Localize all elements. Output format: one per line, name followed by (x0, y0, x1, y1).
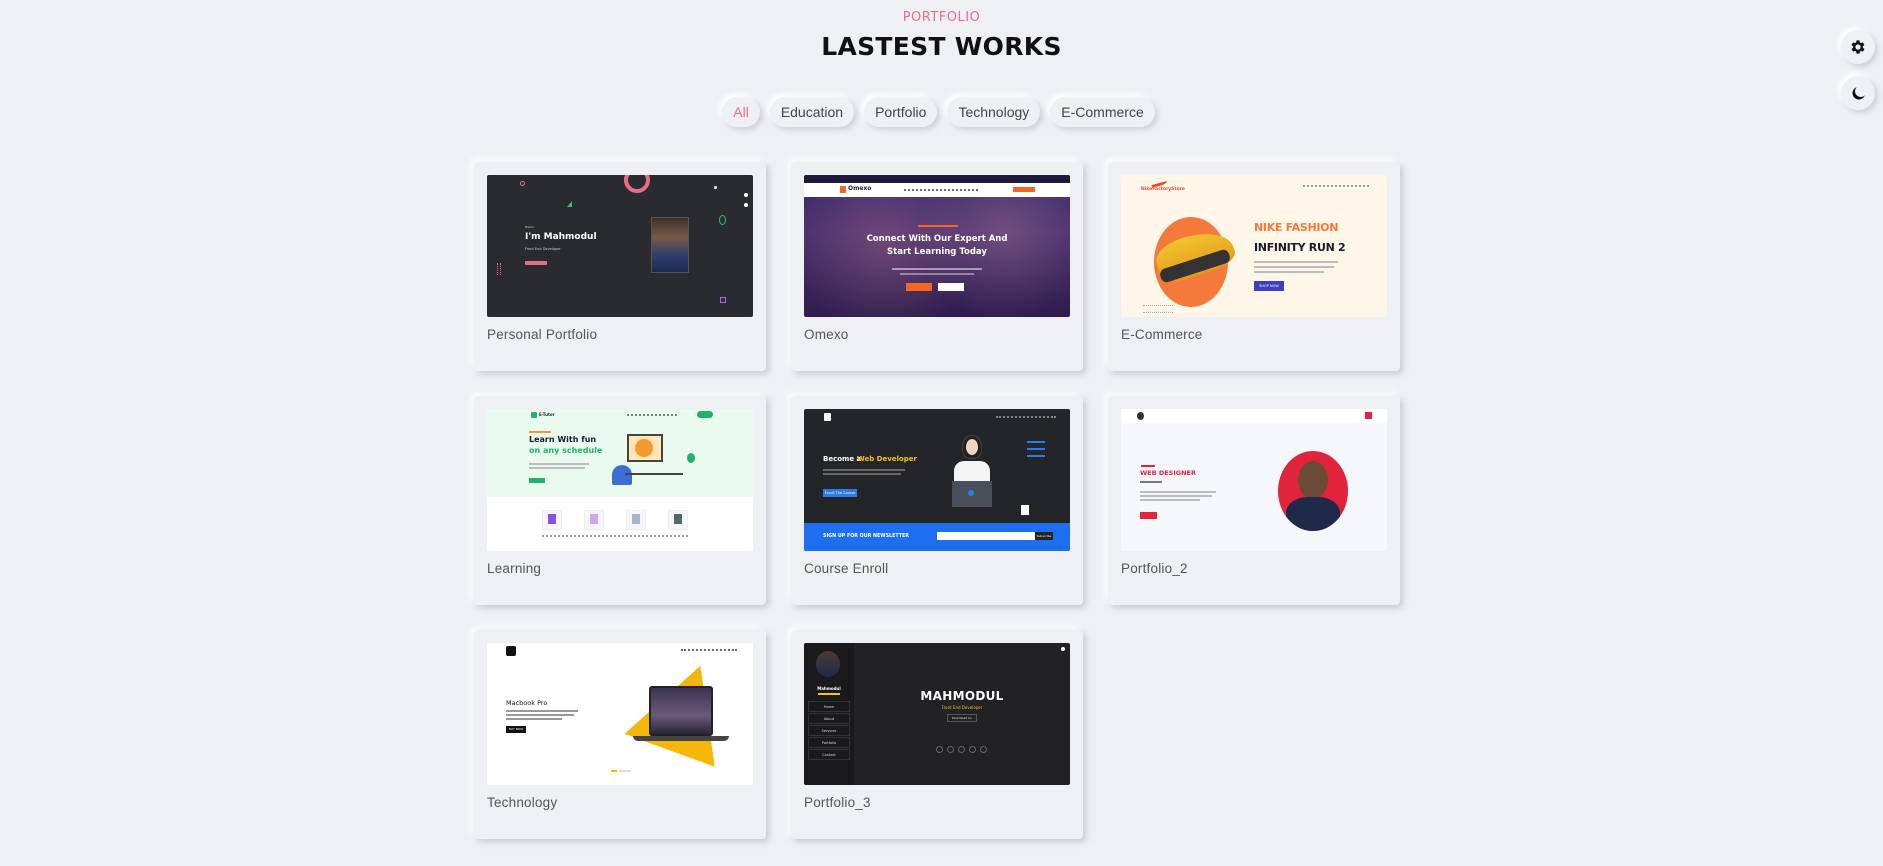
project-thumbnail: WEB DESIGNER (1121, 409, 1387, 551)
preview-brand: NikeFactoryStore (1141, 187, 1185, 192)
project-card-omexo[interactable]: Omexo Connect With Our Expert And Start … (791, 162, 1083, 371)
project-title: Portfolio_2 (1121, 561, 1188, 576)
preview-button: Download Cv (947, 714, 977, 722)
preview-menu-item: Services (808, 725, 850, 736)
preview-brand: Omexo (848, 185, 872, 192)
preview-avatar (1278, 451, 1348, 531)
section-kicker: PORTFOLIO (902, 10, 981, 25)
preview-role: Front End Developer (525, 247, 561, 251)
preview-role: Front End Developer (941, 705, 983, 710)
project-title: Technology (487, 795, 558, 810)
project-title: E-Commerce (1121, 327, 1203, 342)
preview-headline-2: Web Developer (857, 455, 917, 463)
preview-headline-2: on any schedule (529, 446, 603, 455)
preview-headline-2: INFINITY RUN 2 (1254, 241, 1346, 254)
section-header: PORTFOLIO LASTEST WORKS (0, 0, 1883, 63)
preview-headline: Learn With fun (529, 435, 597, 444)
project-card-portfolio-3[interactable]: Mahmodul Home About Services Portfolio C… (791, 630, 1083, 839)
filter-all[interactable]: All (722, 97, 760, 127)
preview-avatar (651, 217, 689, 273)
project-thumbnail: Macbook Pro BUY NOW (487, 643, 753, 785)
project-card-technology[interactable]: Macbook Pro BUY NOW Technology (474, 630, 766, 839)
preview-name: MAHMODUL (920, 689, 1004, 703)
preview-headline-2: Start Learning Today (887, 247, 987, 257)
preview-menu-item: Contact (808, 749, 850, 760)
preview-headline: WEB DESIGNER (1140, 469, 1196, 477)
project-title: Course Enroll (804, 561, 889, 576)
preview-greeting: I'm Mahmodul (525, 232, 597, 242)
project-thumbnail: Hello! I'm Mahmodul Front End Developer (487, 175, 753, 317)
project-title: Learning (487, 561, 542, 576)
preview-menu-item: About (808, 713, 850, 724)
project-card-learning[interactable]: E-Tutor Learn With fun on any schedule L… (474, 396, 766, 605)
project-thumbnail: Mahmodul Home About Services Portfolio C… (804, 643, 1070, 785)
settings-button[interactable] (1841, 30, 1875, 64)
preview-avatar (816, 651, 840, 677)
project-thumbnail: Become a Web Developer Enroll The Course… (804, 409, 1070, 551)
preview-menu-item: Home (808, 701, 850, 712)
preview-menu-item: Portfolio (808, 737, 850, 748)
preview-newsletter: SIGN UP FOR OUR NEWSLETTER (823, 534, 909, 539)
project-card-ecommerce[interactable]: NikeFactoryStore NIKE FASHION INFINITY R… (1108, 162, 1400, 371)
project-title: Omexo (804, 327, 849, 342)
project-card-personal-portfolio[interactable]: Hello! I'm Mahmodul Front End Developer … (474, 162, 766, 371)
gear-icon (1851, 40, 1865, 54)
preview-brand: E-Tutor (539, 412, 555, 417)
filter-technology[interactable]: Technology (947, 97, 1041, 127)
project-thumbnail: E-Tutor Learn With fun on any schedule (487, 409, 753, 551)
filter-education[interactable]: Education (769, 97, 855, 127)
preview-button: SHOP NOW (1254, 281, 1284, 291)
preview-button: Enroll The Course (823, 489, 857, 497)
moon-icon (1851, 86, 1865, 100)
project-title: Portfolio_3 (804, 795, 871, 810)
portfolio-grid: Hello! I'm Mahmodul Front End Developer … (474, 162, 1400, 839)
preview-headline: NIKE FASHION (1254, 221, 1339, 234)
preview-headline: Macbook Pro (506, 699, 548, 707)
project-title: Personal Portfolio (487, 327, 598, 342)
preview-subscribe: Subscribe (1035, 532, 1053, 540)
filter-ecommerce[interactable]: E-Commerce (1050, 97, 1155, 127)
filter-bar: All Education Portfolio Technology E-Com… (0, 97, 1883, 127)
page-title: LASTEST WORKS (821, 32, 1062, 61)
preview-headline: Connect With Our Expert And (866, 234, 1008, 244)
theme-toggle-button[interactable] (1841, 76, 1875, 110)
project-thumbnail: NikeFactoryStore NIKE FASHION INFINITY R… (1121, 175, 1387, 317)
project-thumbnail: Omexo Connect With Our Expert And Start … (804, 175, 1070, 317)
filter-portfolio[interactable]: Portfolio (864, 97, 938, 127)
project-card-portfolio-2[interactable]: WEB DESIGNER Portfolio_2 (1108, 396, 1400, 605)
project-card-course-enroll[interactable]: Become a Web Developer Enroll The Course… (791, 396, 1083, 605)
preview-headline: Become a (823, 455, 862, 463)
preview-sidebar-name: Mahmodul (817, 686, 841, 691)
preview-button: BUY NOW (506, 726, 526, 733)
